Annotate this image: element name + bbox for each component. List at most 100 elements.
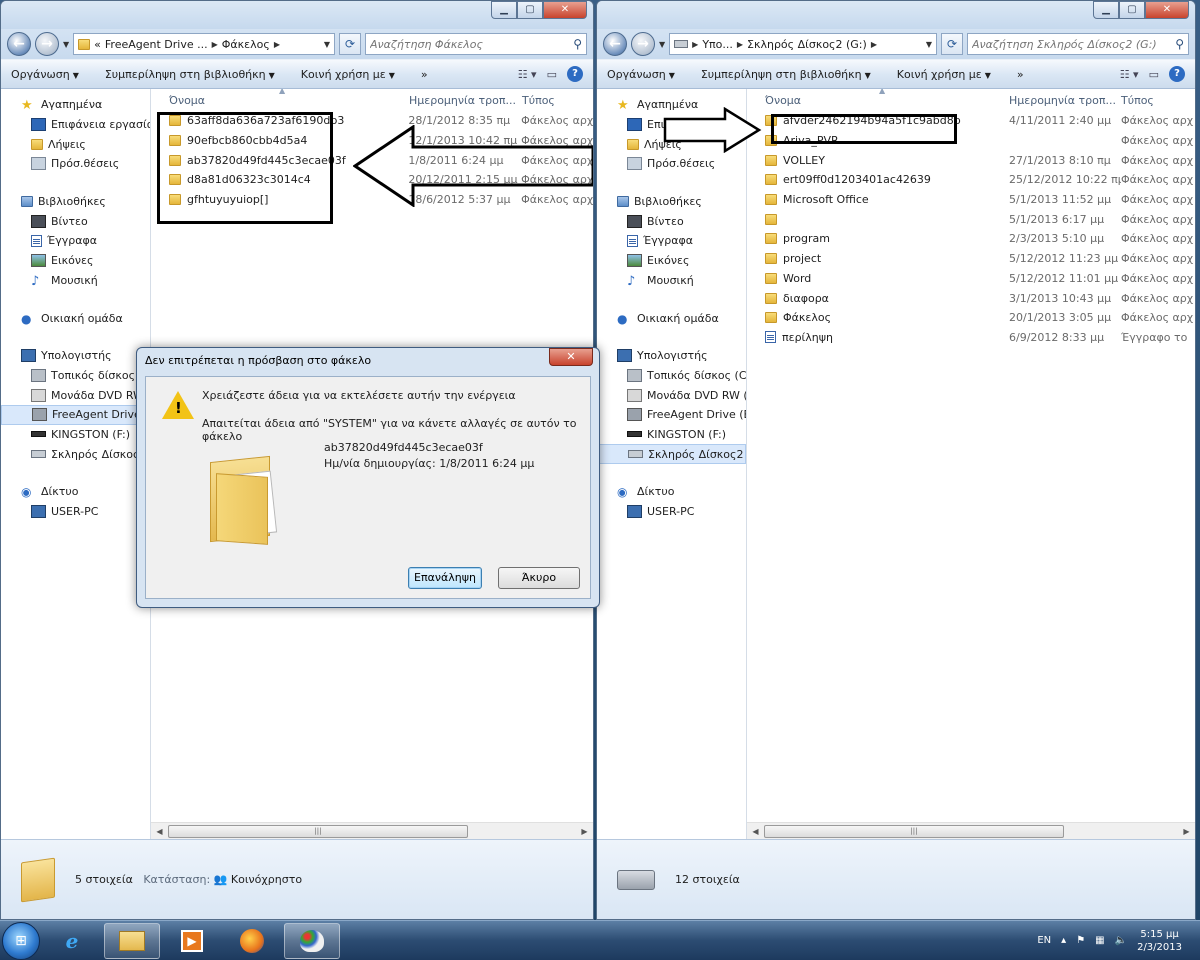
breadcrumb-chevron-icon[interactable]: ▶ xyxy=(212,40,218,49)
organize-menu[interactable]: Οργάνωση ▼ xyxy=(607,68,675,81)
file-row[interactable]: ert09ff0d1203401ac42639 25/12/2012 10:22 … xyxy=(747,170,1195,190)
search-box[interactable]: ⚲ xyxy=(365,33,587,55)
nav-drive-g[interactable]: Σκληρός Δίσκος2 (G:) xyxy=(597,444,746,464)
nav-network[interactable]: ◉ Δίκτυο xyxy=(1,482,150,502)
horizontal-scrollbar[interactable]: ◀ ||| ▶ xyxy=(747,822,1195,839)
start-button[interactable]: ⊞ xyxy=(2,921,40,960)
address-bar[interactable]: ▶ Υπο... ▶ Σκληρός Δίσκος2 (G:) ▶ ▼ xyxy=(669,33,937,55)
firefox-icon[interactable] xyxy=(224,923,280,959)
forward-arrow-icon[interactable]: → xyxy=(35,32,59,56)
nav-videos[interactable]: Βίντεο xyxy=(1,211,150,231)
view-options-icon[interactable]: ☷ ▾ xyxy=(1120,68,1139,81)
address-dropdown-icon[interactable]: ▼ xyxy=(926,40,932,49)
cancel-button[interactable]: Άκυρο xyxy=(498,567,580,589)
nav-pictures[interactable]: Εικόνες xyxy=(597,251,746,271)
nav-drive-e[interactable]: FreeAgent Drive (E:) xyxy=(1,404,150,425)
forward-arrow-icon[interactable]: → xyxy=(631,32,655,56)
nav-drive-d[interactable]: Μονάδα DVD RW (D:) xyxy=(597,385,746,405)
back-arrow-icon[interactable]: ← xyxy=(7,32,31,56)
nav-homegroup[interactable]: ● Οικιακή ομάδα xyxy=(597,308,746,328)
breadcrumb-chevron-icon[interactable]: ▶ xyxy=(692,40,698,49)
nav-recent-places[interactable]: Πρόσ.θέσεις xyxy=(597,154,746,174)
minimize-button[interactable]: ▁ xyxy=(1093,1,1119,19)
title-bar[interactable]: ▁ ▢ ✕ xyxy=(597,1,1195,29)
show-hidden-icons-icon[interactable]: ▴ xyxy=(1061,935,1066,946)
nav-drive-g[interactable]: Σκληρός Δίσκος2 (G:) xyxy=(1,444,150,464)
breadcrumb-item[interactable]: Υπο... xyxy=(702,38,733,51)
dialog-close-button[interactable]: ✕ xyxy=(549,348,593,366)
scroll-right-icon[interactable]: ▶ xyxy=(1178,827,1195,836)
recent-pages-dropdown-icon[interactable]: ▼ xyxy=(659,40,665,49)
more-commands-button[interactable]: » xyxy=(421,68,428,81)
file-row[interactable]: program 2/3/2013 5:10 μμ Φάκελος αρχ xyxy=(747,229,1195,249)
nav-libraries[interactable]: Βιβλιοθήκες xyxy=(597,192,746,212)
scroll-left-icon[interactable]: ◀ xyxy=(747,827,764,836)
column-name[interactable]: Όνομα xyxy=(151,94,409,107)
nav-documents[interactable]: Έγγραφα xyxy=(1,231,150,251)
file-row[interactable]: διαφορα 3/1/2013 10:43 μμ Φάκελος αρχ xyxy=(747,288,1195,308)
file-row[interactable]: project 5/12/2012 11:23 μμ Φάκελος αρχ xyxy=(747,249,1195,269)
close-button[interactable]: ✕ xyxy=(543,1,587,19)
scroll-right-icon[interactable]: ▶ xyxy=(576,827,593,836)
search-box[interactable]: ⚲ xyxy=(967,33,1189,55)
network-status-icon[interactable]: ▦ xyxy=(1095,935,1104,946)
maximize-button[interactable]: ▢ xyxy=(1119,1,1145,19)
nav-computer[interactable]: Υπολογιστής xyxy=(1,346,150,366)
media-player-icon[interactable]: ▶ xyxy=(164,923,220,959)
view-options-icon[interactable]: ☷ ▾ xyxy=(518,68,537,81)
dialog-title[interactable]: Δεν επιτρέπεται η πρόσβαση στο φάκελο xyxy=(137,348,599,372)
file-row[interactable]: 5/1/2013 6:17 μμ Φάκελος αρχ xyxy=(747,209,1195,229)
nav-documents[interactable]: Έγγραφα xyxy=(597,231,746,251)
refresh-icon[interactable]: ⟳ xyxy=(339,33,361,55)
file-row[interactable]: VOLLEY 27/1/2013 8:10 πμ Φάκελος αρχ xyxy=(747,150,1195,170)
paint-icon[interactable] xyxy=(284,922,340,959)
breadcrumb-chevron-icon[interactable]: ▶ xyxy=(274,40,280,49)
include-in-library-menu[interactable]: Συμπερίληψη στη βιβλιοθήκη ▼ xyxy=(701,68,871,81)
action-center-flag-icon[interactable]: ⚑ xyxy=(1076,935,1085,946)
nav-computer[interactable]: Υπολογιστής xyxy=(597,346,746,366)
preview-pane-icon[interactable]: ▭ xyxy=(547,68,557,81)
include-in-library-menu[interactable]: Συμπερίληψη στη βιβλιοθήκη ▼ xyxy=(105,68,275,81)
nav-desktop[interactable]: Επιφάνεια εργασίας xyxy=(1,115,150,135)
share-with-menu[interactable]: Κοινή χρήση με ▼ xyxy=(301,68,395,81)
retry-button[interactable]: Επανάληψη xyxy=(408,567,482,589)
windows-explorer-icon[interactable] xyxy=(104,922,160,959)
help-icon[interactable]: ? xyxy=(1169,66,1185,82)
minimize-button[interactable]: ▁ xyxy=(491,1,517,19)
back-arrow-icon[interactable]: ← xyxy=(603,32,627,56)
column-date-modified[interactable]: Ημερομηνία τροπ... xyxy=(1009,94,1121,107)
share-with-menu[interactable]: Κοινή χρήση με ▼ xyxy=(897,68,991,81)
column-date-modified[interactable]: Ημερομηνία τροπ... xyxy=(409,94,522,107)
nav-network[interactable]: ◉ Δίκτυο xyxy=(597,482,746,502)
nav-user-pc[interactable]: USER-PC xyxy=(1,502,150,522)
horizontal-scrollbar[interactable]: ◀ ||| ▶ xyxy=(151,822,593,839)
address-dropdown-icon[interactable]: ▼ xyxy=(324,40,330,49)
scroll-left-icon[interactable]: ◀ xyxy=(151,827,168,836)
address-overflow[interactable]: « xyxy=(94,38,101,51)
scroll-thumb[interactable]: ||| xyxy=(764,824,1064,838)
volume-icon[interactable]: 🔈 xyxy=(1115,935,1127,946)
breadcrumb-item[interactable]: Φάκελος xyxy=(222,38,270,51)
more-commands-button[interactable]: » xyxy=(1017,68,1024,81)
breadcrumb-chevron-icon[interactable]: ▶ xyxy=(871,40,877,49)
nav-drive-c[interactable]: Τοπικός δίσκος (C:) xyxy=(597,366,746,386)
file-row[interactable]: Φάκελος 20/1/2013 3:05 μμ Φάκελος αρχ xyxy=(747,308,1195,328)
nav-user-pc[interactable]: USER-PC xyxy=(597,502,746,522)
file-row[interactable]: Word 5/12/2012 11:01 μμ Φάκελος αρχ xyxy=(747,269,1195,289)
nav-downloads[interactable]: Λήψεις xyxy=(1,134,150,154)
nav-music[interactable]: ♪ Μουσική xyxy=(597,271,746,291)
clock[interactable]: 5:15 μμ 2/3/2013 xyxy=(1137,928,1182,954)
help-icon[interactable]: ? xyxy=(567,66,583,82)
nav-drive-e[interactable]: FreeAgent Drive (E:) xyxy=(597,405,746,425)
column-name[interactable]: Όνομα xyxy=(747,94,1009,107)
magnifier-icon[interactable]: ⚲ xyxy=(573,37,582,51)
scroll-thumb[interactable]: ||| xyxy=(168,824,468,838)
breadcrumb-chevron-icon[interactable]: ▶ xyxy=(737,40,743,49)
nav-recent-places[interactable]: Πρόσ.θέσεις xyxy=(1,154,150,174)
nav-drive-f[interactable]: KINGSTON (F:) xyxy=(597,425,746,445)
nav-drive-d[interactable]: Μονάδα DVD RW (D:) xyxy=(1,385,150,405)
file-row[interactable]: περίληψη 6/9/2012 8:33 μμ Έγγραφο το xyxy=(747,328,1195,348)
nav-videos[interactable]: Βίντεο xyxy=(597,211,746,231)
nav-music[interactable]: ♪ Μουσική xyxy=(1,271,150,291)
magnifier-icon[interactable]: ⚲ xyxy=(1175,37,1184,51)
